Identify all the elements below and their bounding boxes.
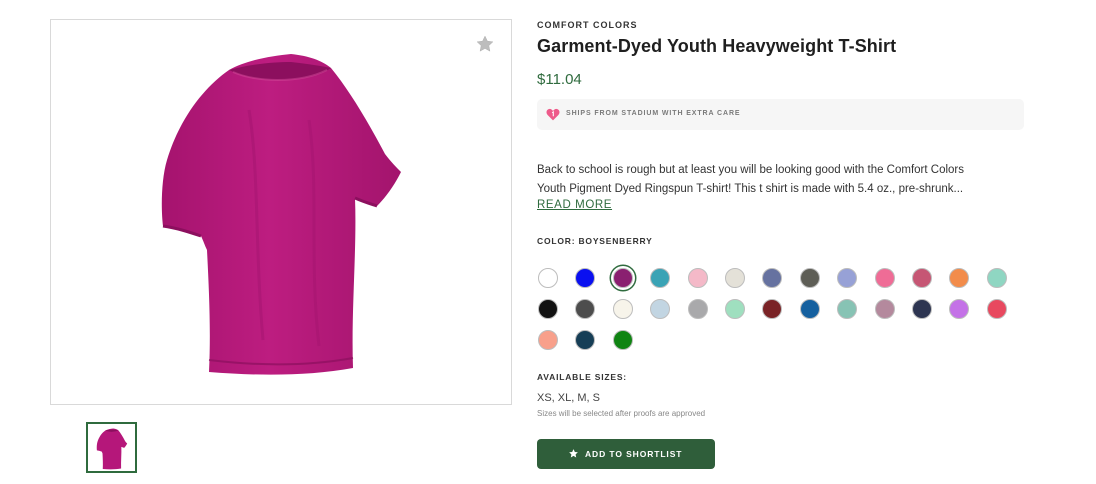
add-to-shortlist-button[interactable]: ADD TO SHORTLIST bbox=[537, 439, 715, 469]
star-icon bbox=[569, 449, 578, 458]
product-description: Back to school is rough but at least you… bbox=[537, 161, 1027, 199]
favorite-star-icon[interactable] bbox=[475, 34, 495, 54]
main-product-image[interactable] bbox=[50, 19, 512, 405]
color-swatch[interactable] bbox=[986, 268, 1007, 288]
heart-icon bbox=[546, 108, 560, 121]
color-swatch[interactable] bbox=[650, 268, 671, 288]
ships-banner: SHIPS FROM STADIUM WITH EXTRA CARE bbox=[537, 99, 1024, 130]
color-swatch[interactable] bbox=[986, 299, 1007, 319]
sizes-label: AVAILABLE SIZES: bbox=[537, 372, 627, 382]
color-swatch[interactable] bbox=[762, 268, 783, 288]
color-swatch[interactable] bbox=[575, 299, 596, 319]
color-swatch[interactable] bbox=[949, 268, 970, 288]
color-swatch[interactable] bbox=[538, 268, 558, 288]
color-swatch[interactable] bbox=[538, 330, 558, 350]
ships-banner-text: SHIPS FROM STADIUM WITH EXTRA CARE bbox=[566, 110, 741, 117]
tshirt-thumbnail-image bbox=[96, 428, 128, 470]
color-swatch[interactable] bbox=[612, 268, 633, 288]
color-swatch[interactable] bbox=[949, 299, 970, 319]
add-to-shortlist-label: ADD TO SHORTLIST bbox=[585, 449, 683, 459]
color-swatch[interactable] bbox=[612, 299, 633, 319]
color-swatch[interactable] bbox=[912, 299, 932, 319]
color-swatch[interactable] bbox=[912, 268, 932, 288]
color-swatch[interactable] bbox=[837, 268, 858, 288]
color-swatch[interactable] bbox=[762, 299, 783, 319]
product-title: Garment-Dyed Youth Heavyweight T-Shirt bbox=[537, 36, 897, 56]
color-swatch[interactable] bbox=[612, 330, 633, 350]
description-line: Youth Pigment Dyed Ringspun T-shirt! Thi… bbox=[537, 183, 964, 195]
color-label: COLOR: BOYSENBERRY bbox=[537, 236, 653, 246]
color-swatch[interactable] bbox=[575, 330, 596, 350]
color-swatch[interactable] bbox=[687, 268, 708, 288]
sizes-value: XS, XL, M, S bbox=[537, 392, 600, 404]
description-line: Back to school is rough but at least you… bbox=[537, 164, 964, 176]
color-swatch[interactable] bbox=[650, 299, 671, 319]
sizes-note: Sizes will be selected after proofs are … bbox=[537, 409, 706, 418]
brand-name: COMFORT COLORS bbox=[537, 20, 638, 30]
product-thumbnail[interactable] bbox=[86, 422, 137, 473]
color-swatch[interactable] bbox=[837, 299, 858, 319]
color-swatch[interactable] bbox=[538, 299, 558, 319]
color-swatch[interactable] bbox=[799, 268, 820, 288]
color-swatch[interactable] bbox=[725, 268, 745, 288]
color-swatch[interactable] bbox=[874, 299, 895, 319]
color-swatch[interactable] bbox=[874, 268, 895, 288]
tshirt-image bbox=[161, 54, 401, 375]
product-price: $11.04 bbox=[537, 71, 582, 88]
color-swatch[interactable] bbox=[799, 299, 820, 319]
color-swatch[interactable] bbox=[575, 268, 596, 288]
color-swatch[interactable] bbox=[725, 299, 745, 319]
color-swatch[interactable] bbox=[687, 299, 708, 319]
read-more-link[interactable]: READ MORE bbox=[537, 199, 612, 211]
